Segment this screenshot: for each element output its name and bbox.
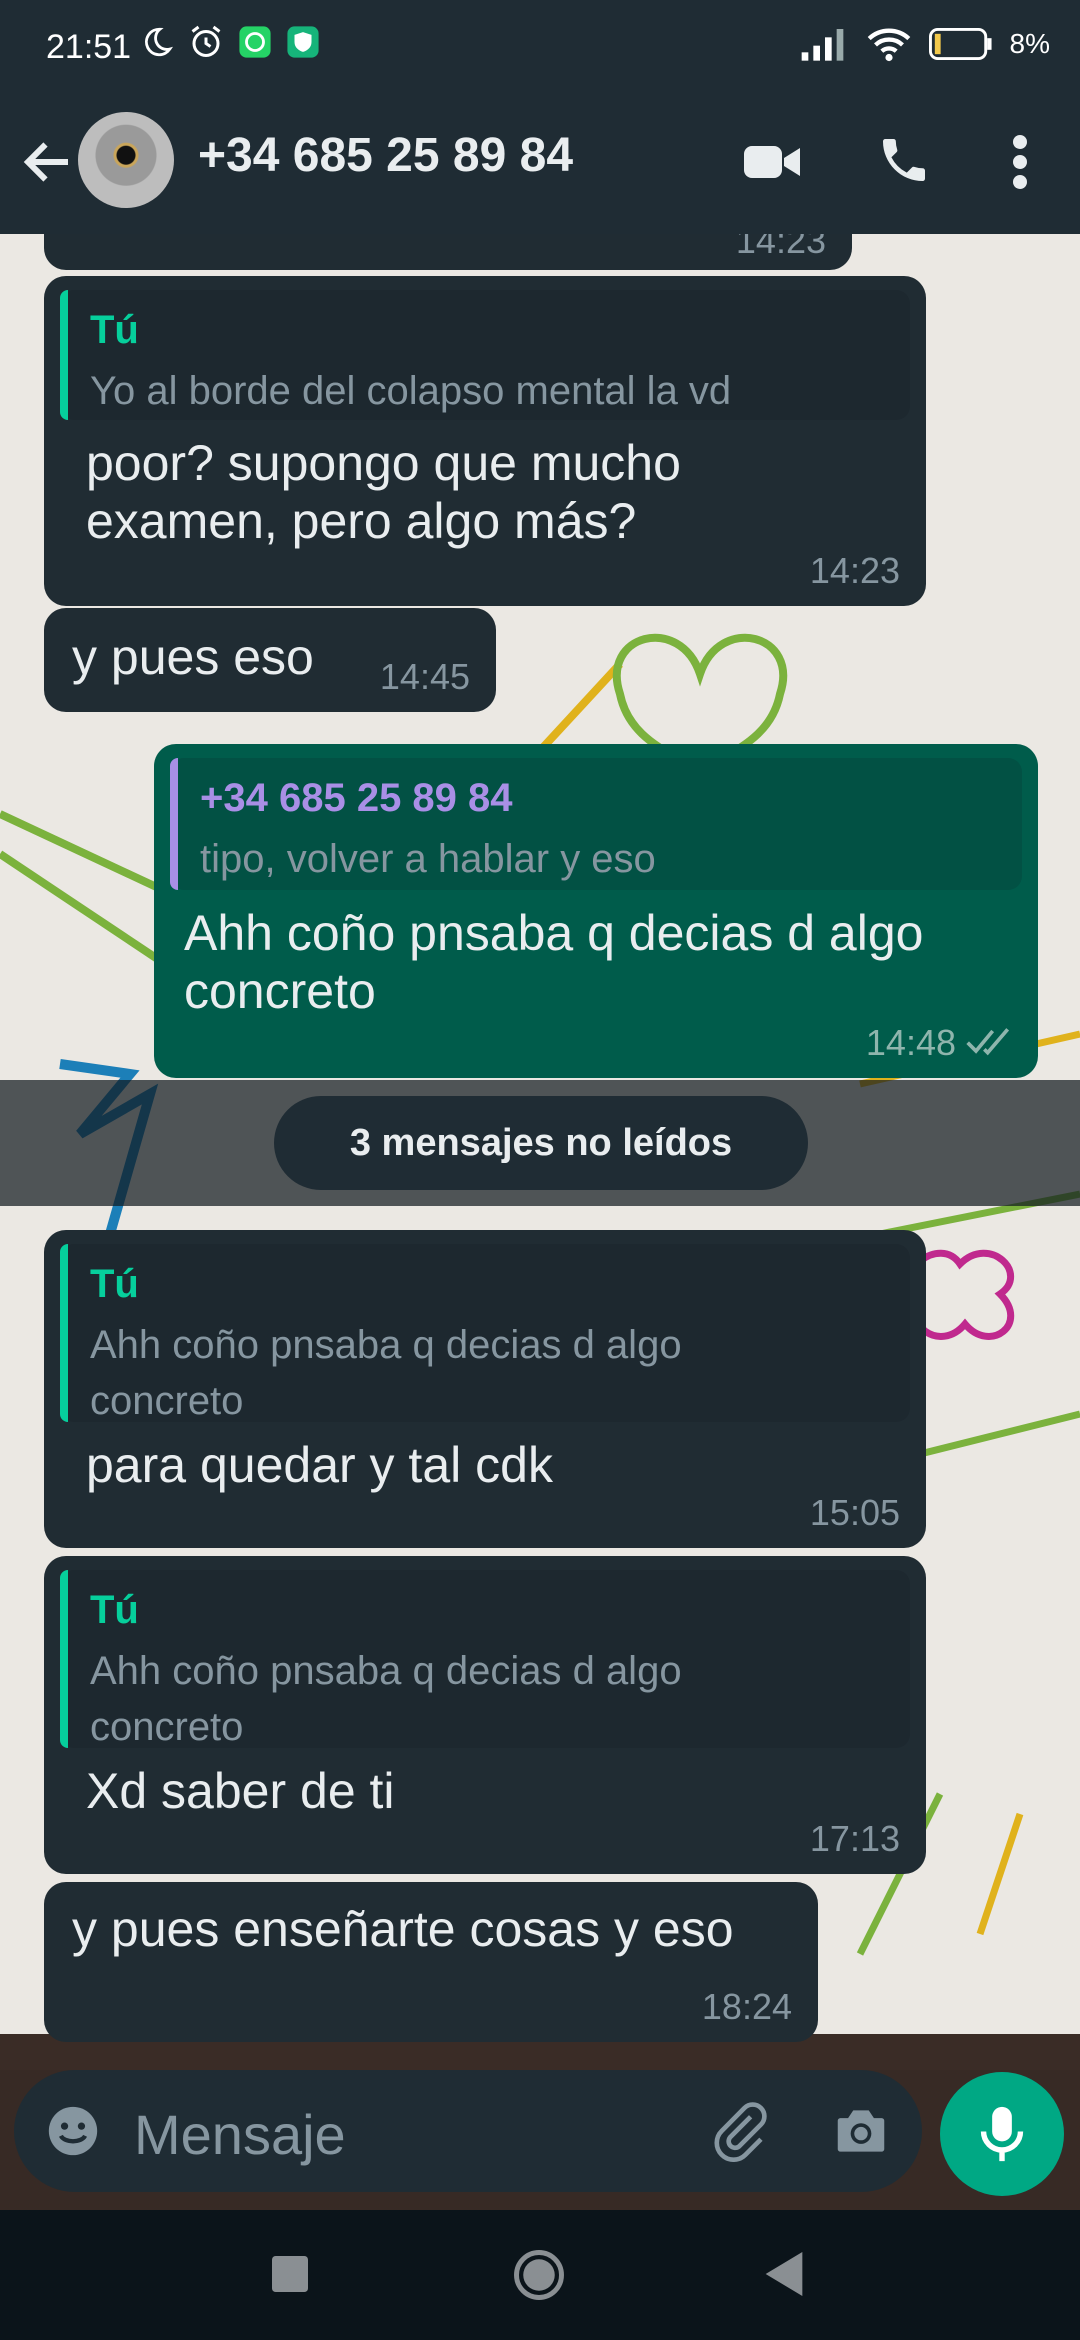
message-text: y pues eso (72, 629, 314, 685)
composer-bar: Mensaje (0, 2070, 1080, 2210)
recents-icon[interactable] (272, 2256, 308, 2292)
quote-text: Ahh coño pnsaba q decias d algo concreto (90, 1649, 682, 1749)
message-text: para quedar y tal cdk (86, 1437, 553, 1493)
quoted-message[interactable]: +34 685 25 89 84 tipo, volver a hablar y… (170, 758, 1022, 890)
quote-text: Yo al borde del colapso mental la vd (90, 369, 732, 413)
unread-count-label: 3 mensajes no leídos (274, 1096, 808, 1190)
message-time: 14:23 (809, 550, 900, 591)
message-time: 15:05 (809, 1492, 900, 1533)
quote-author: Tú (90, 1588, 139, 1632)
status-icons-right: 8% (800, 26, 1050, 62)
read-receipt-icon (966, 1028, 1010, 1056)
system-nav-bar (0, 2210, 1080, 2340)
status-bar: 21:51 8% (0, 0, 1080, 98)
quoted-message[interactable]: Tú Ahh coño pnsaba q decias d algo concr… (60, 1570, 910, 1749)
camera-icon[interactable] (830, 2100, 892, 2162)
message-text: Xd saber de ti (86, 1763, 395, 1819)
contact-name[interactable]: +34 685 25 89 84 (198, 128, 573, 183)
quote-text: Ahh coño pnsaba q decias d algo concreto (90, 1323, 682, 1423)
quoted-message[interactable]: Tú Yo al borde del colapso mental la vd (60, 290, 910, 420)
battery-icon (928, 28, 992, 60)
message-time: 17:13 (809, 1818, 900, 1859)
whatsapp-notification-icon (239, 26, 271, 58)
message-placeholder: Mensaje (134, 2103, 346, 2166)
wifi-icon (867, 28, 910, 62)
do-not-disturb-icon (145, 27, 174, 57)
message-bubble-incoming[interactable]: Tú Ahh coño pnsaba q decias d algo concr… (44, 1230, 926, 1548)
message-bubble-incoming[interactable]: Tú Ahh coño pnsaba q decias d algo concr… (44, 1556, 926, 1874)
message-time: 18:24 (701, 1986, 792, 2027)
message-text: poor? supongo que mucho examen, pero alg… (86, 435, 681, 549)
message-text: y pues enseñarte cosas y eso (72, 1901, 734, 1957)
voice-message-button[interactable] (940, 2072, 1064, 2196)
signal-icon (801, 29, 843, 61)
quote-author: Tú (90, 1262, 139, 1306)
attach-icon[interactable] (708, 2100, 770, 2162)
quoted-message[interactable]: Tú Ahh coño pnsaba q decias d algo concr… (60, 1244, 910, 1423)
status-icons-left (140, 24, 320, 60)
alarm-icon (191, 25, 221, 57)
quote-author: Tú (90, 308, 139, 352)
quote-author: +34 685 25 89 84 (200, 776, 513, 820)
more-options-icon[interactable] (1000, 132, 1040, 192)
chat-header: +34 685 25 89 84 (0, 98, 1080, 234)
status-time: 21:51 (46, 28, 132, 66)
back-nav-icon[interactable] (764, 2252, 804, 2296)
chat-area[interactable]: 14:23 Tú Yo al borde del colapso mental … (0, 234, 1080, 2070)
home-icon[interactable] (512, 2248, 566, 2302)
message-bubble-incoming[interactable]: Tú Yo al borde del colapso mental la vd … (44, 276, 926, 606)
message-bubble-incoming[interactable]: y pues eso 14:45 (44, 608, 496, 712)
mic-icon (980, 2106, 1024, 2162)
unread-divider: 3 mensajes no leídos (0, 1080, 1080, 1206)
message-bubble-incoming[interactable]: 14:23 (44, 234, 852, 270)
message-input[interactable]: Mensaje (14, 2070, 922, 2192)
emoji-icon[interactable] (44, 2102, 102, 2160)
video-call-icon[interactable] (742, 140, 802, 184)
message-time: 14:23 (735, 234, 826, 261)
message-time: 14:48 (865, 1022, 956, 1063)
message-bubble-outgoing[interactable]: +34 685 25 89 84 tipo, volver a hablar y… (154, 744, 1038, 1078)
phone-icon[interactable] (876, 132, 932, 188)
message-time: 14:45 (379, 656, 470, 697)
message-text: Ahh coño pnsaba q decias d algo concreto (184, 905, 924, 1019)
back-arrow-icon[interactable] (18, 132, 78, 192)
quote-text: tipo, volver a hablar y eso (200, 837, 656, 881)
battery-level: 8% (1009, 28, 1050, 59)
shield-notification-icon (287, 26, 319, 58)
avatar[interactable] (78, 112, 174, 208)
message-bubble-incoming[interactable]: y pues enseñarte cosas y eso 18:24 (44, 1882, 818, 2042)
